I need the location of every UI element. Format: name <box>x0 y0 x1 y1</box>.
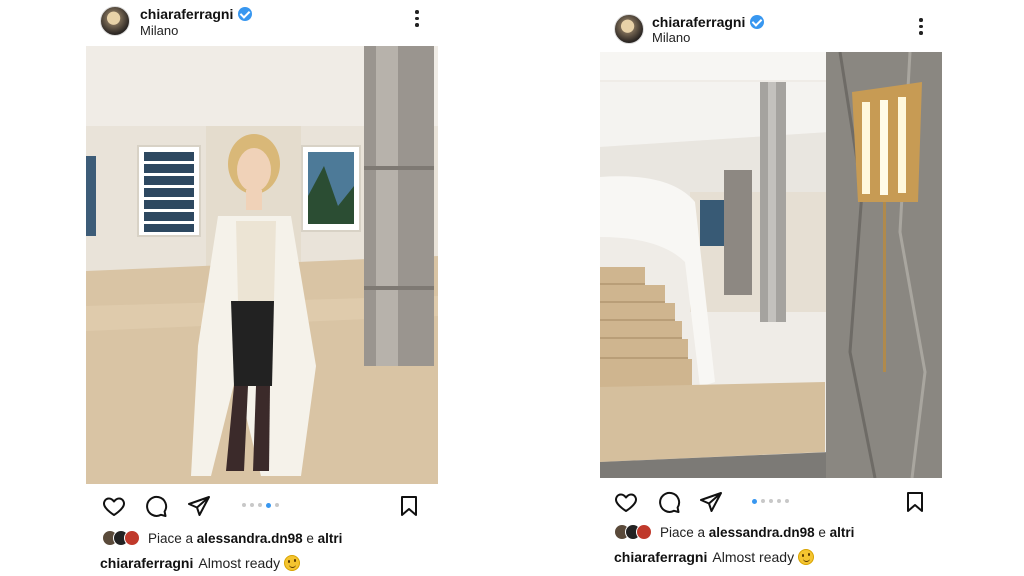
caption-text: Almost ready <box>712 549 795 565</box>
likes-others-link[interactable]: altri <box>318 531 343 546</box>
caption-username[interactable]: chiaraferragni <box>614 549 707 565</box>
caption-username[interactable]: chiaraferragni <box>100 555 193 571</box>
heart-icon[interactable] <box>102 494 126 518</box>
post-card-1: chiaraferragni Milano Piace a alessandra… <box>86 0 438 576</box>
carousel-dot <box>777 499 781 503</box>
carousel-dot-active <box>752 498 757 504</box>
carousel-dot <box>258 503 262 507</box>
post-photo[interactable] <box>86 46 438 484</box>
verified-badge-icon <box>750 15 765 29</box>
carousel-dot <box>242 503 246 507</box>
comment-icon[interactable] <box>144 494 168 518</box>
carousel-indicator <box>752 498 789 504</box>
carousel-dot <box>275 503 279 507</box>
post-header: chiaraferragni Milano <box>600 6 942 50</box>
share-icon[interactable] <box>699 490 723 514</box>
carousel-indicator <box>242 502 279 508</box>
likes-others-link[interactable]: altri <box>830 525 855 540</box>
location[interactable]: Milano <box>652 30 690 45</box>
action-bar <box>600 486 942 518</box>
caption: chiaraferragni Almost ready <box>614 549 815 565</box>
username[interactable]: chiaraferragni <box>140 6 233 22</box>
caption-text: Almost ready <box>198 555 281 571</box>
bookmark-icon[interactable] <box>397 494 421 518</box>
more-icon[interactable] <box>918 18 924 38</box>
smiling-face-emoji <box>284 555 301 571</box>
smiling-face-emoji <box>798 549 815 565</box>
likes-row: Piace a alessandra.dn98 e altri <box>102 530 342 546</box>
bookmark-icon[interactable] <box>903 490 927 514</box>
post-header: chiaraferragni Milano <box>86 0 438 44</box>
carousel-dot <box>250 503 254 507</box>
liker-username[interactable]: alessandra.dn98 <box>197 531 303 546</box>
heart-icon[interactable] <box>614 490 638 514</box>
avatar[interactable] <box>100 6 130 36</box>
share-icon[interactable] <box>187 494 211 518</box>
carousel-dot-active <box>266 502 271 508</box>
post-card-2: chiaraferragni Milano Piace a alessandra… <box>600 6 942 576</box>
caption: chiaraferragni Almost ready <box>100 555 301 571</box>
avatar[interactable] <box>614 14 644 44</box>
likes-row: Piace a alessandra.dn98 e altri <box>614 524 854 540</box>
location[interactable]: Milano <box>140 23 178 38</box>
carousel-dot <box>761 499 765 503</box>
post-photo[interactable] <box>600 52 942 478</box>
liker-username[interactable]: alessandra.dn98 <box>709 525 815 540</box>
carousel-dot <box>769 499 773 503</box>
liker-avatars[interactable] <box>102 530 140 546</box>
liker-avatars[interactable] <box>614 524 652 540</box>
username[interactable]: chiaraferragni <box>652 14 745 30</box>
comment-icon[interactable] <box>657 490 681 514</box>
verified-badge-icon <box>238 7 253 21</box>
action-bar <box>86 490 438 522</box>
carousel-dot <box>785 499 789 503</box>
more-icon[interactable] <box>414 10 420 30</box>
